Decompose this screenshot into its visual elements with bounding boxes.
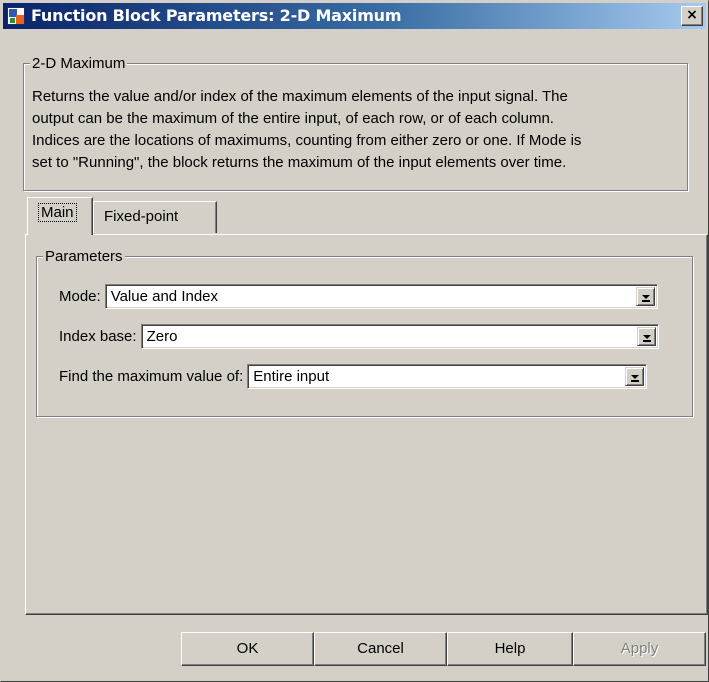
help-button[interactable]: Help	[447, 632, 573, 666]
chevron-down-icon[interactable]	[635, 287, 655, 306]
ok-button[interactable]: OK	[181, 632, 314, 666]
index-base-row: Index base: Zero	[59, 324, 659, 349]
tab-main-label: Main	[38, 203, 77, 222]
index-base-label: Index base:	[59, 328, 137, 345]
find-max-dropdown[interactable]: Entire input	[247, 364, 648, 389]
parameters-group: Parameters Mode: Value and Index Index b…	[36, 248, 693, 417]
tab-panel-main: Parameters Mode: Value and Index Index b…	[25, 234, 708, 615]
chevron-down-icon[interactable]	[625, 367, 645, 386]
apply-button[interactable]: Apply	[573, 632, 706, 666]
tab-fixed-point[interactable]: Fixed-point	[93, 201, 217, 233]
mode-row: Mode: Value and Index	[59, 284, 658, 309]
mode-value: Value and Index	[110, 288, 219, 305]
simulink-block-icon	[7, 7, 25, 25]
mode-label: Mode:	[59, 288, 101, 305]
mode-dropdown[interactable]: Value and Index	[104, 284, 658, 309]
find-max-row: Find the maximum value of: Entire input	[59, 364, 648, 389]
description-group: 2-D Maximum Returns the value and/or ind…	[23, 55, 688, 191]
tab-main[interactable]: Main	[27, 197, 93, 235]
description-line: output can be the maximum of the entire …	[32, 110, 554, 127]
tab-fixed-point-label: Fixed-point	[104, 208, 179, 225]
find-max-label: Find the maximum value of:	[59, 368, 244, 385]
title-bar[interactable]: Function Block Parameters: 2-D Maximum ×	[3, 3, 706, 29]
index-base-value: Zero	[146, 328, 178, 345]
dialog-window: Function Block Parameters: 2-D Maximum ×…	[0, 0, 709, 682]
index-base-dropdown[interactable]: Zero	[140, 324, 659, 349]
cancel-button[interactable]: Cancel	[314, 632, 447, 666]
description-line: Indices are the locations of maximums, c…	[32, 132, 582, 149]
description-group-title: 2-D Maximum	[30, 55, 128, 72]
chevron-down-icon[interactable]	[636, 327, 656, 346]
parameters-group-title: Parameters	[43, 248, 125, 265]
description-line: set to "Running", the block returns the …	[32, 154, 567, 171]
block-description: Returns the value and/or index of the ma…	[32, 86, 680, 174]
window-title: Function Block Parameters: 2-D Maximum	[31, 6, 402, 25]
close-button[interactable]: ×	[681, 6, 703, 26]
description-line: Returns the value and/or index of the ma…	[32, 88, 568, 105]
find-max-value: Entire input	[253, 368, 330, 385]
